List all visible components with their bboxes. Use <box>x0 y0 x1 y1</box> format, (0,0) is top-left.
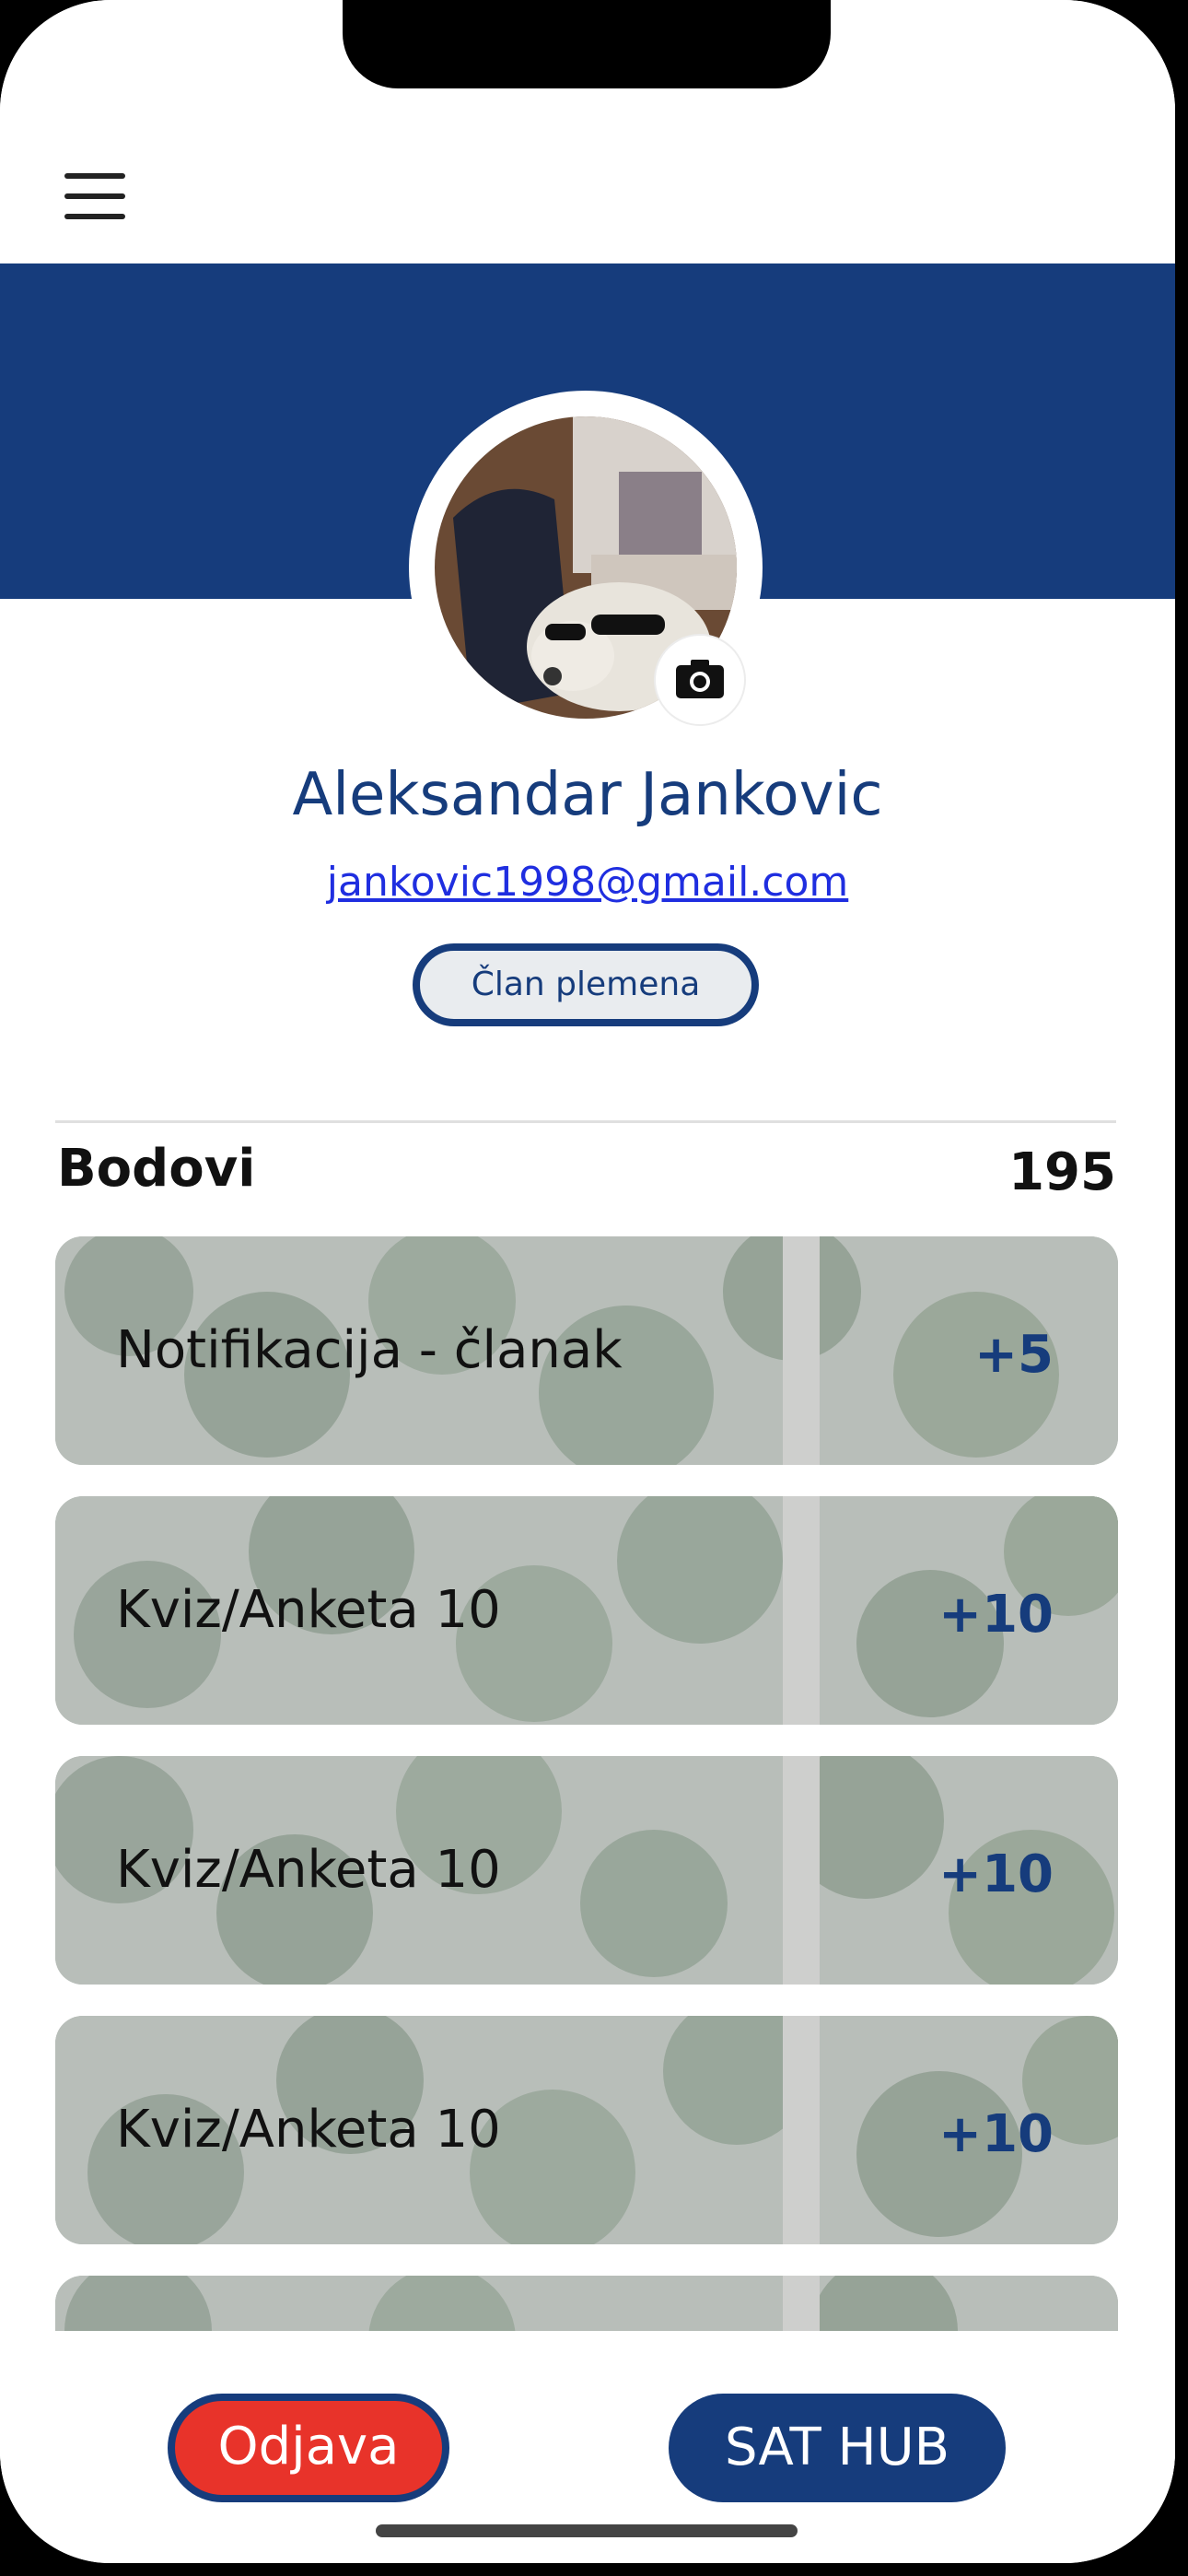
activity-card[interactable]: Kviz/Anketa 10 +10 <box>55 2016 1118 2244</box>
profile-name: Aleksandar Jankovic <box>292 761 883 829</box>
device-notch <box>343 0 831 88</box>
activity-points: +5 <box>974 1325 1054 1385</box>
activity-title: Kviz/Anketa 10 <box>116 2100 501 2160</box>
home-indicator[interactable] <box>376 2524 798 2537</box>
role-badge: Član plemena <box>413 943 759 1026</box>
points-total: 195 <box>1008 1142 1116 1202</box>
profile-email-link[interactable]: jankovic1998@gmail.com <box>0 859 1175 906</box>
logout-button[interactable]: Odjava <box>168 2394 449 2502</box>
activity-title: Notifikacija - članak <box>116 1320 623 1380</box>
sat-hub-button[interactable]: SAT HUB <box>669 2394 1006 2502</box>
activity-card[interactable]: Kviz/Anketa 10 +10 <box>55 1496 1118 1725</box>
activity-card[interactable]: Notifikacija - članak +5 <box>55 1236 1118 1465</box>
activity-card[interactable] <box>55 2276 1118 2331</box>
app-screen: Aleksandar Jankovic jankovic1998@gmail.c… <box>0 0 1175 2563</box>
activity-title: Kviz/Anketa 10 <box>116 1580 501 1640</box>
activity-points: +10 <box>938 1585 1054 1645</box>
activity-list[interactable]: Notifikacija - članak +5 Kviz/Anketa 10 … <box>55 1236 1118 2331</box>
activity-card[interactable]: Kviz/Anketa 10 +10 <box>55 1756 1118 1985</box>
activity-points: +10 <box>938 2104 1054 2164</box>
points-label: Bodovi <box>57 1139 256 1199</box>
camera-icon <box>676 660 724 698</box>
change-photo-button[interactable] <box>656 636 744 724</box>
activity-points: +10 <box>938 1844 1054 1904</box>
activity-title: Kviz/Anketa 10 <box>116 1840 501 1900</box>
hamburger-menu-icon[interactable] <box>64 173 125 219</box>
divider <box>55 1120 1116 1123</box>
